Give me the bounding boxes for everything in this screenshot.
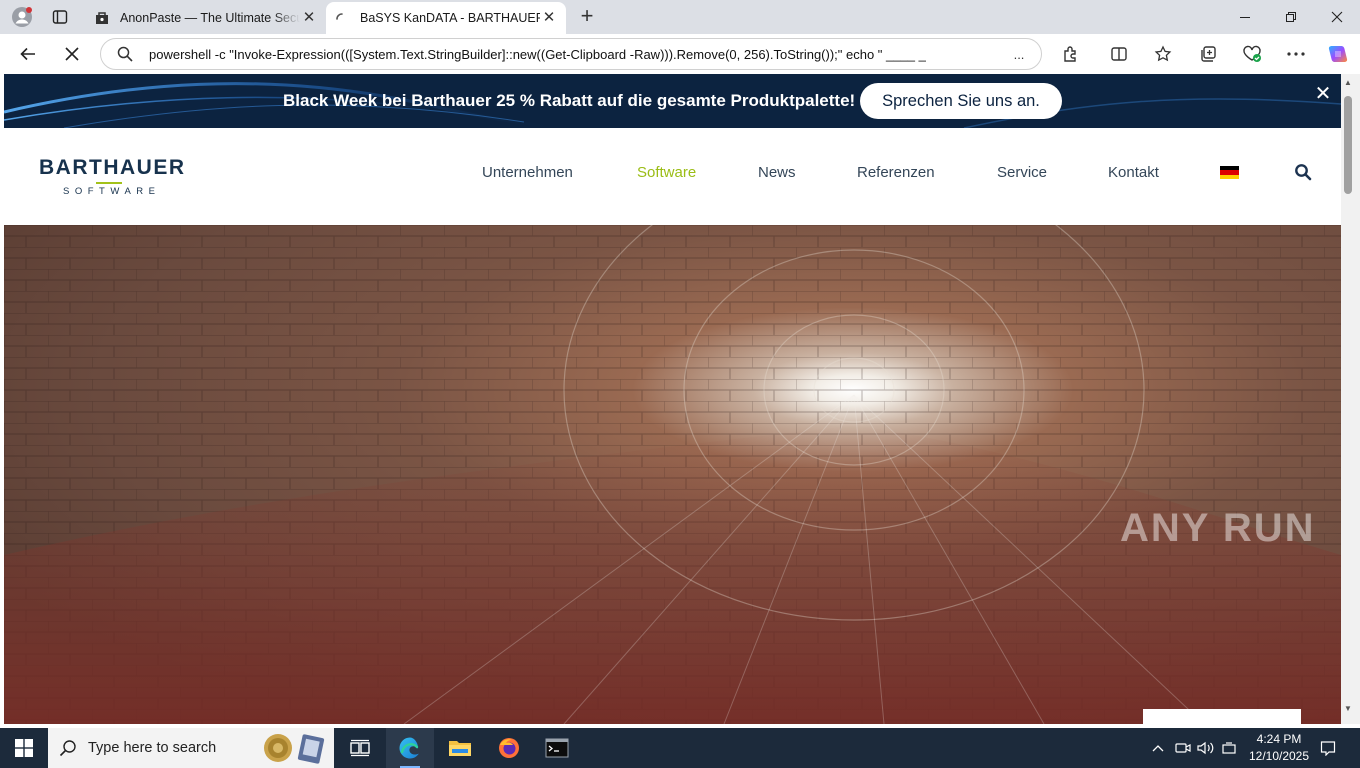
tab-actions-icon[interactable] [49, 6, 71, 28]
address-bar[interactable]: powershell -c "Invoke-Expression(([Syste… [100, 38, 1042, 70]
loading-icon [334, 10, 350, 26]
browser-toolbar: powershell -c "Invoke-Expression(([Syste… [0, 34, 1360, 74]
back-arrow-icon[interactable] [16, 42, 40, 66]
taskbar-search-box[interactable]: Type here to search [48, 728, 334, 768]
site-search-icon[interactable] [1294, 163, 1312, 181]
promo-banner: Black Week bei Barthauer 25 % Rabatt auf… [4, 74, 1341, 128]
promo-text: Black Week bei Barthauer 25 % Rabatt auf… [283, 91, 856, 110]
favorites-star-icon[interactable] [1151, 42, 1175, 66]
search-placeholder: Type here to search [88, 740, 217, 756]
notifications-icon[interactable] [1316, 728, 1340, 768]
anonpaste-icon [94, 10, 110, 26]
hero-image-sewer-tunnel [4, 225, 1341, 724]
scrollbar-thumb[interactable] [1344, 96, 1352, 194]
nav-unternehmen[interactable]: Unternehmen [482, 164, 573, 181]
profile-avatar-icon[interactable] [11, 6, 33, 28]
search-icon [48, 739, 88, 757]
close-banner-icon[interactable]: ✕ [1312, 83, 1334, 105]
new-tab-button[interactable]: + [576, 5, 598, 28]
copilot-icon[interactable] [1326, 42, 1350, 66]
address-overflow: ... [1013, 46, 1025, 62]
browser-essentials-icon[interactable] [1240, 42, 1264, 66]
close-window-icon[interactable] [1314, 0, 1360, 34]
tab-anonpaste[interactable]: AnonPaste — The Ultimate Secure ✕ [86, 2, 326, 34]
search-highlight-icon [264, 734, 325, 764]
firefox-icon[interactable] [485, 728, 533, 768]
windows-taskbar: Type here to search 4:24 PM 12/10/2025 [0, 728, 1360, 768]
logo-accent-bar [96, 182, 122, 184]
page-viewport: Black Week bei Barthauer 25 % Rabatt auf… [4, 74, 1341, 724]
nav-kontakt[interactable]: Kontakt [1108, 164, 1159, 181]
german-flag-icon[interactable] [1220, 166, 1239, 179]
clock-time: 4:24 PM [1256, 732, 1302, 746]
tab-basys-kandata[interactable]: BaSYS KanDATA - BARTHAUER ✕ [326, 2, 566, 34]
meet-now-icon[interactable] [1174, 728, 1192, 768]
logo-title: BARTHAUER [39, 156, 186, 179]
stop-loading-icon[interactable] [60, 42, 84, 66]
address-text[interactable]: powershell -c "Invoke-Expression(([Syste… [149, 47, 997, 62]
file-explorer-icon[interactable] [436, 728, 484, 768]
restore-icon[interactable] [1268, 0, 1314, 34]
close-tab-icon[interactable]: ✕ [540, 9, 558, 27]
site-header: BARTHAUER SOFTWARE Unternehmen Software … [4, 128, 1341, 225]
terminal-icon[interactable] [533, 728, 581, 768]
collections-icon[interactable] [1196, 42, 1220, 66]
browser-tab-bar: AnonPaste — The Ultimate Secure ✕ BaSYS … [0, 0, 1360, 34]
task-view-icon[interactable] [336, 728, 384, 768]
extensions-icon[interactable] [1059, 42, 1083, 66]
edge-taskbar-icon[interactable] [386, 728, 434, 768]
settings-more-icon[interactable] [1284, 42, 1308, 66]
windows-start-icon[interactable] [0, 728, 48, 768]
tab-title: BaSYS KanDATA - BARTHAUER [360, 11, 540, 25]
nav-news[interactable]: News [758, 164, 796, 181]
barthauer-logo[interactable]: BARTHAUER SOFTWARE [39, 156, 184, 200]
search-icon [101, 46, 149, 62]
show-hidden-icons-chevron-icon[interactable] [1150, 728, 1166, 768]
close-tab-icon[interactable]: ✕ [300, 9, 318, 27]
nav-referenzen[interactable]: Referenzen [857, 164, 935, 181]
nav-software[interactable]: Software [637, 164, 696, 181]
minimize-icon[interactable] [1222, 0, 1268, 34]
clock-date: 12/10/2025 [1248, 749, 1310, 763]
volume-icon[interactable] [1196, 728, 1216, 768]
split-screen-icon[interactable] [1107, 42, 1131, 66]
logo-subtitle: SOFTWARE [63, 186, 161, 197]
watermark-box [1143, 709, 1301, 724]
nav-service[interactable]: Service [997, 164, 1047, 181]
page-scrollbar[interactable]: ▲ ▼ [1341, 74, 1360, 724]
taskbar-clock[interactable]: 4:24 PM 12/10/2025 [1244, 731, 1314, 765]
contact-us-button[interactable]: Sprechen Sie uns an. [860, 83, 1062, 119]
tab-title: AnonPaste — The Ultimate Secure [120, 11, 300, 25]
scroll-down-icon[interactable]: ▼ [1344, 704, 1352, 713]
scroll-up-icon[interactable]: ▲ [1344, 78, 1352, 87]
network-icon[interactable] [1220, 728, 1240, 768]
anyrun-watermark: ANY RUN [1120, 506, 1316, 550]
